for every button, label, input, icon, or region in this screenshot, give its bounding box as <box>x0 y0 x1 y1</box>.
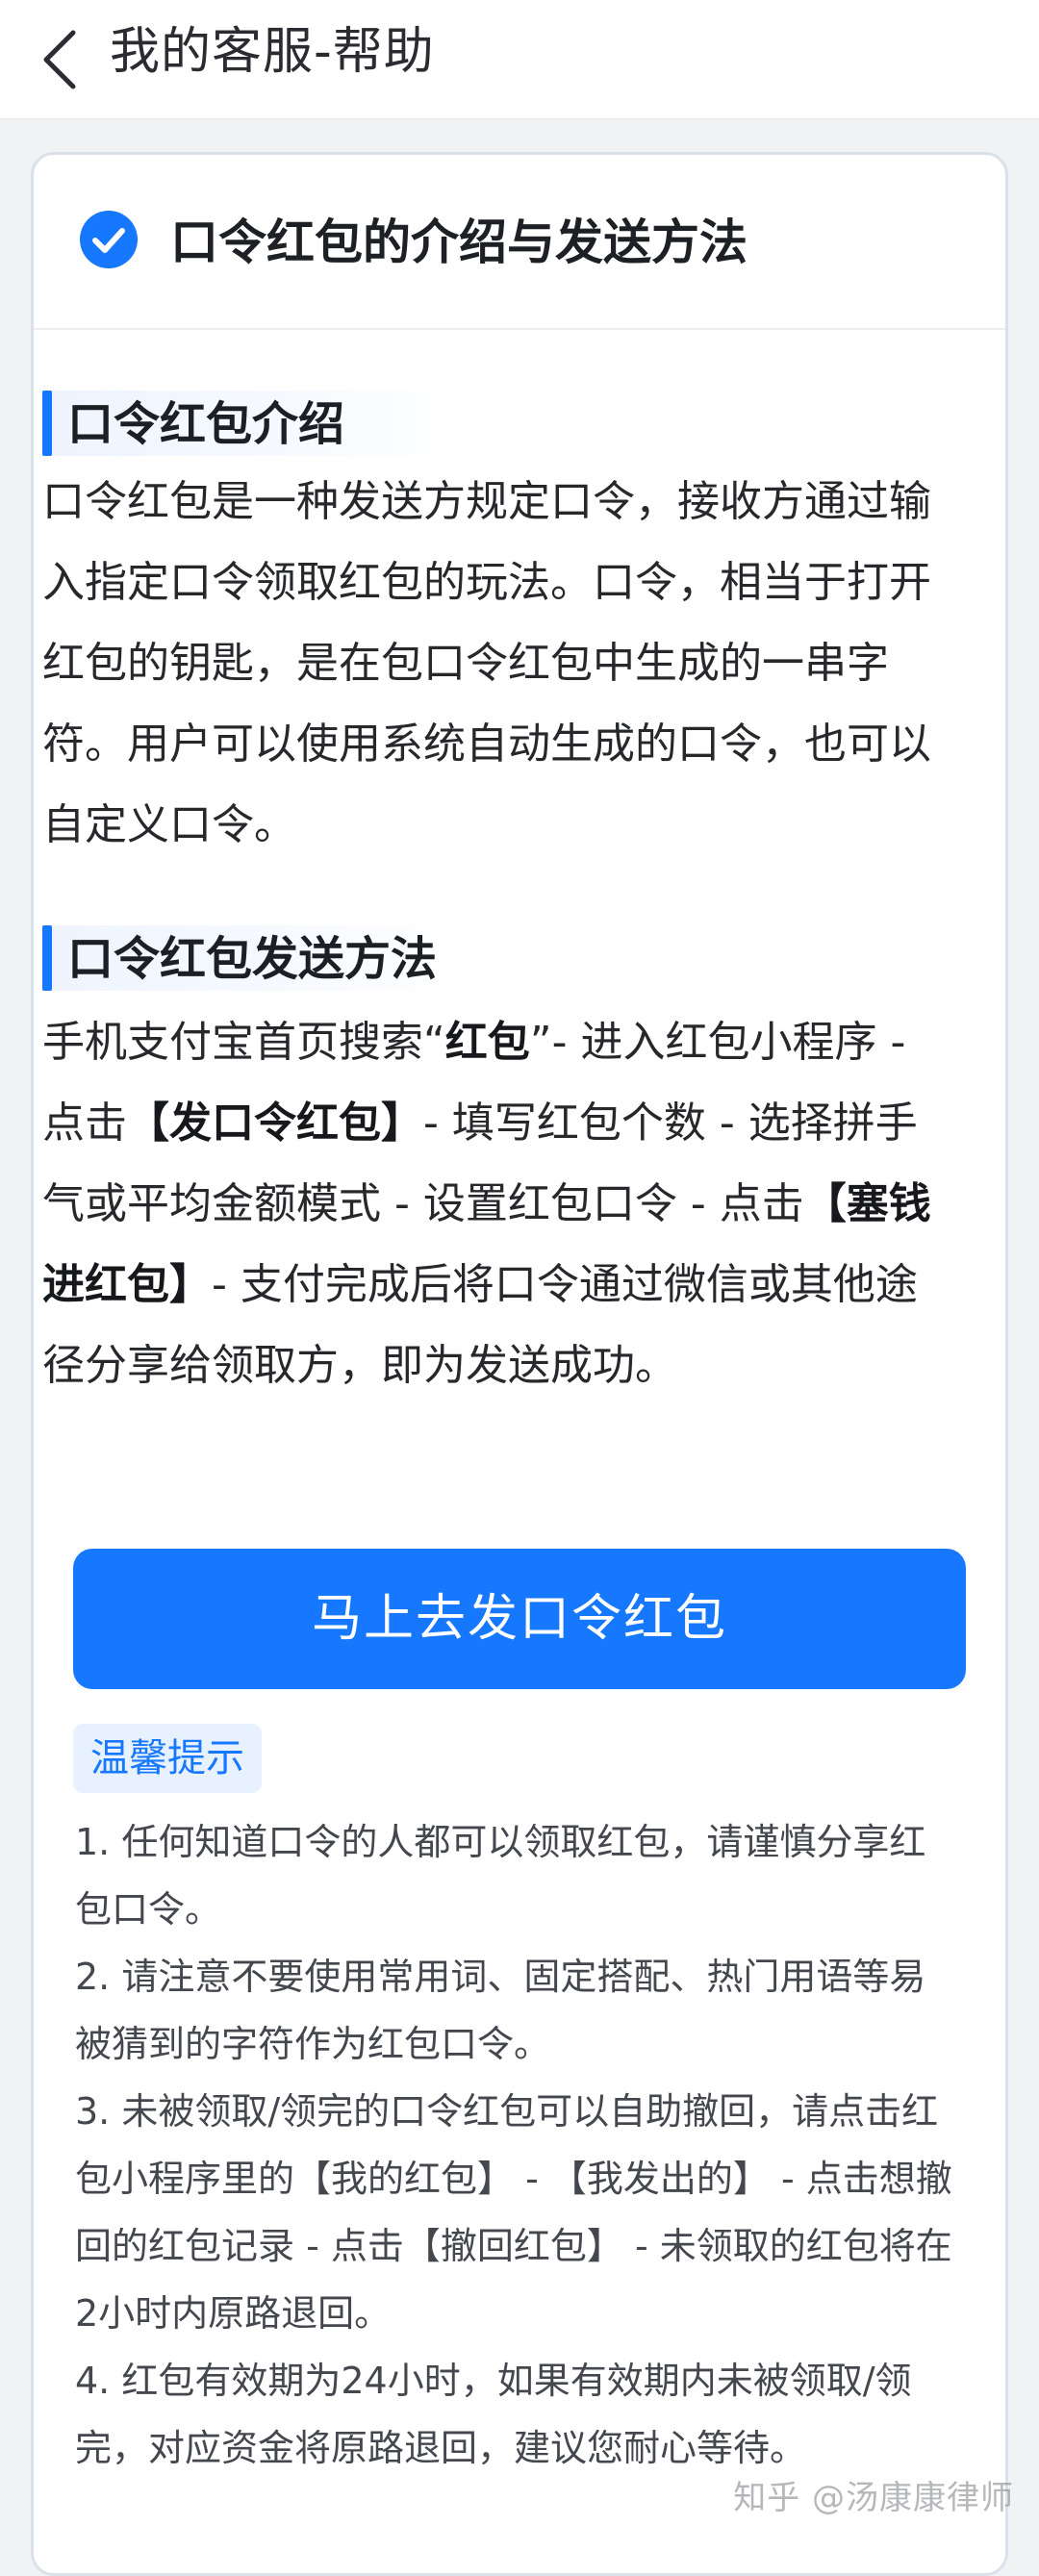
chevron-left-icon <box>43 30 76 89</box>
section-heading-text: 口令红包介绍 <box>67 397 345 451</box>
article-title: 口令红包的介绍与发送方法 <box>170 215 748 270</box>
check-circle-icon <box>80 211 138 268</box>
text-run: 手机支付宝首页搜索“ <box>42 1018 445 1067</box>
section-heading-intro: 口令红包介绍 <box>42 391 466 456</box>
tips-badge: 温馨提示 <box>73 1724 262 1793</box>
bold-keyword: 红包 <box>444 1018 530 1067</box>
heading-accent-bar <box>42 925 52 991</box>
send-method-paragraph: 手机支付宝首页搜索“红包”- 进入红包小程序 - 点击【发口令红包】- 填写红包… <box>42 1002 935 1406</box>
section-heading-text: 口令红包发送方法 <box>67 932 438 986</box>
page-title: 我的客服-帮助 <box>110 23 435 81</box>
watermark: 知乎 @汤康康律师 <box>733 2479 1014 2517</box>
heading-accent-bar <box>42 391 52 456</box>
tip-item: 1. 任何知道口令的人都可以领取红包，请谨慎分享红包口令。 <box>75 1821 926 1931</box>
tip-item: 3. 未被领取/领完的口令红包可以自助撤回，请点击红包小程序里的【我的红包】 -… <box>75 2090 952 2335</box>
intro-paragraph: 口令红包是一种发送方规定口令，接收方通过输入指定口令领取红包的玩法。口令，相当于… <box>42 477 931 849</box>
section-heading-send-method: 口令红包发送方法 <box>42 925 466 991</box>
card-header: 口令红包的介绍与发送方法 <box>34 155 1005 330</box>
back-button[interactable] <box>21 17 98 102</box>
tip-item: 4. 红包有效期为24小时，如果有效期内未被领取/领完，对应资金将原路退回，建议… <box>75 2360 912 2469</box>
tip-item: 2. 请注意不要使用常用词、固定搭配、热门用语等易被猜到的字符作为红包口令。 <box>75 1956 926 2065</box>
tips-list: 1. 任何知道口令的人都可以领取红包，请谨慎分享红包口令。 2. 请注意不要使用… <box>75 1808 960 2482</box>
send-password-red-packet-button[interactable]: 马上去发口令红包 <box>73 1549 966 1689</box>
bold-action: 【发口令红包】 <box>127 1099 423 1148</box>
top-navigation-bar: 我的客服-帮助 <box>0 0 1039 119</box>
